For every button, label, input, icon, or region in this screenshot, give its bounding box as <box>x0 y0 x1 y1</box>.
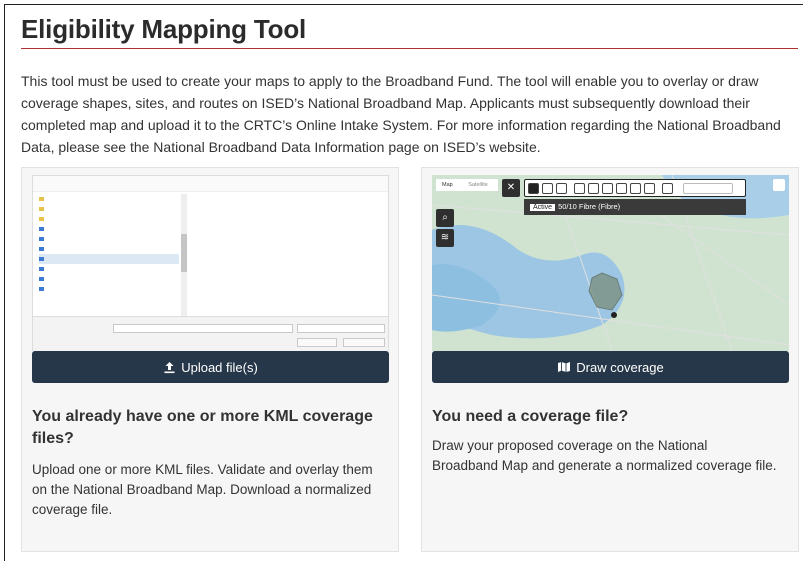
draw-button-label: Draw coverage <box>576 359 664 375</box>
page-title: Eligibility Mapping Tool <box>21 14 307 44</box>
layers-icon[interactable]: ≋ <box>436 229 454 247</box>
map-tab-satellite[interactable]: Satellite <box>468 182 488 188</box>
active-badge: Active <box>530 204 556 211</box>
upload-icon <box>164 361 175 373</box>
draw-card: Map Satellite ✕ ⌕ ≋ Active 50/10 Fibre (F… <box>421 167 799 552</box>
draw-card-heading: You need a coverage file? <box>432 408 629 425</box>
file-dialog-screenshot <box>32 175 389 351</box>
upload-card-heading: You already have one or more KML coverag… <box>32 408 373 447</box>
active-layer-bar: Active 50/10 Fibre (Fibre) <box>524 199 746 215</box>
search-icon[interactable]: ⌕ <box>436 209 454 227</box>
draw-card-description: Draw your proposed coverage on the Natio… <box>432 438 777 473</box>
map-screenshot: Map Satellite ✕ ⌕ ≋ Active 50/10 Fibre (F… <box>432 175 789 351</box>
upload-button-label: Upload file(s) <box>181 359 258 375</box>
upload-card: Upload file(s) You already have one or m… <box>21 167 399 552</box>
map-icon <box>558 362 571 372</box>
map-tab-map[interactable]: Map <box>442 182 453 188</box>
upload-files-button[interactable]: Upload file(s) <box>32 351 389 383</box>
fullscreen-icon[interactable] <box>773 179 785 191</box>
intro-paragraph: This tool must be used to create your ma… <box>21 73 781 155</box>
map-type-tabs[interactable]: Map Satellite <box>436 179 498 191</box>
draw-toolbar <box>524 179 746 197</box>
draw-coverage-button[interactable]: Draw coverage <box>432 351 789 383</box>
tools-icon[interactable]: ✕ <box>502 179 520 197</box>
title-underline <box>21 48 798 49</box>
upload-card-description: Upload one or more KML files. Validate a… <box>32 462 373 517</box>
active-layer-value: 50/10 Fibre (Fibre) <box>558 202 621 211</box>
